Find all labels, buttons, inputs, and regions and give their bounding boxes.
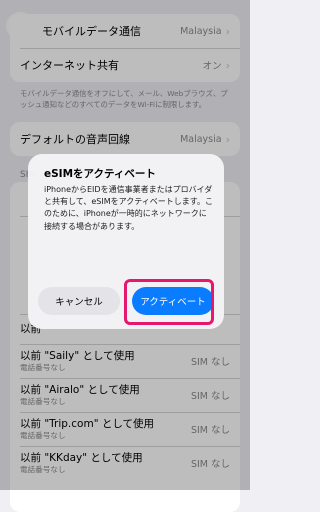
cancel-button[interactable]: キャンセル — [38, 287, 120, 315]
activate-button-highlight — [124, 279, 214, 325]
cellular-settings-page: モバイルデータ通信 Malaysia › インターネット共有 オン › モバイル… — [0, 0, 250, 512]
dialog-message: iPhoneからEIDを通信事業者またはプロバイダと共有して、eSIMをアクティ… — [44, 185, 213, 231]
dialog-title: eSIMをアクティベート — [44, 168, 156, 180]
